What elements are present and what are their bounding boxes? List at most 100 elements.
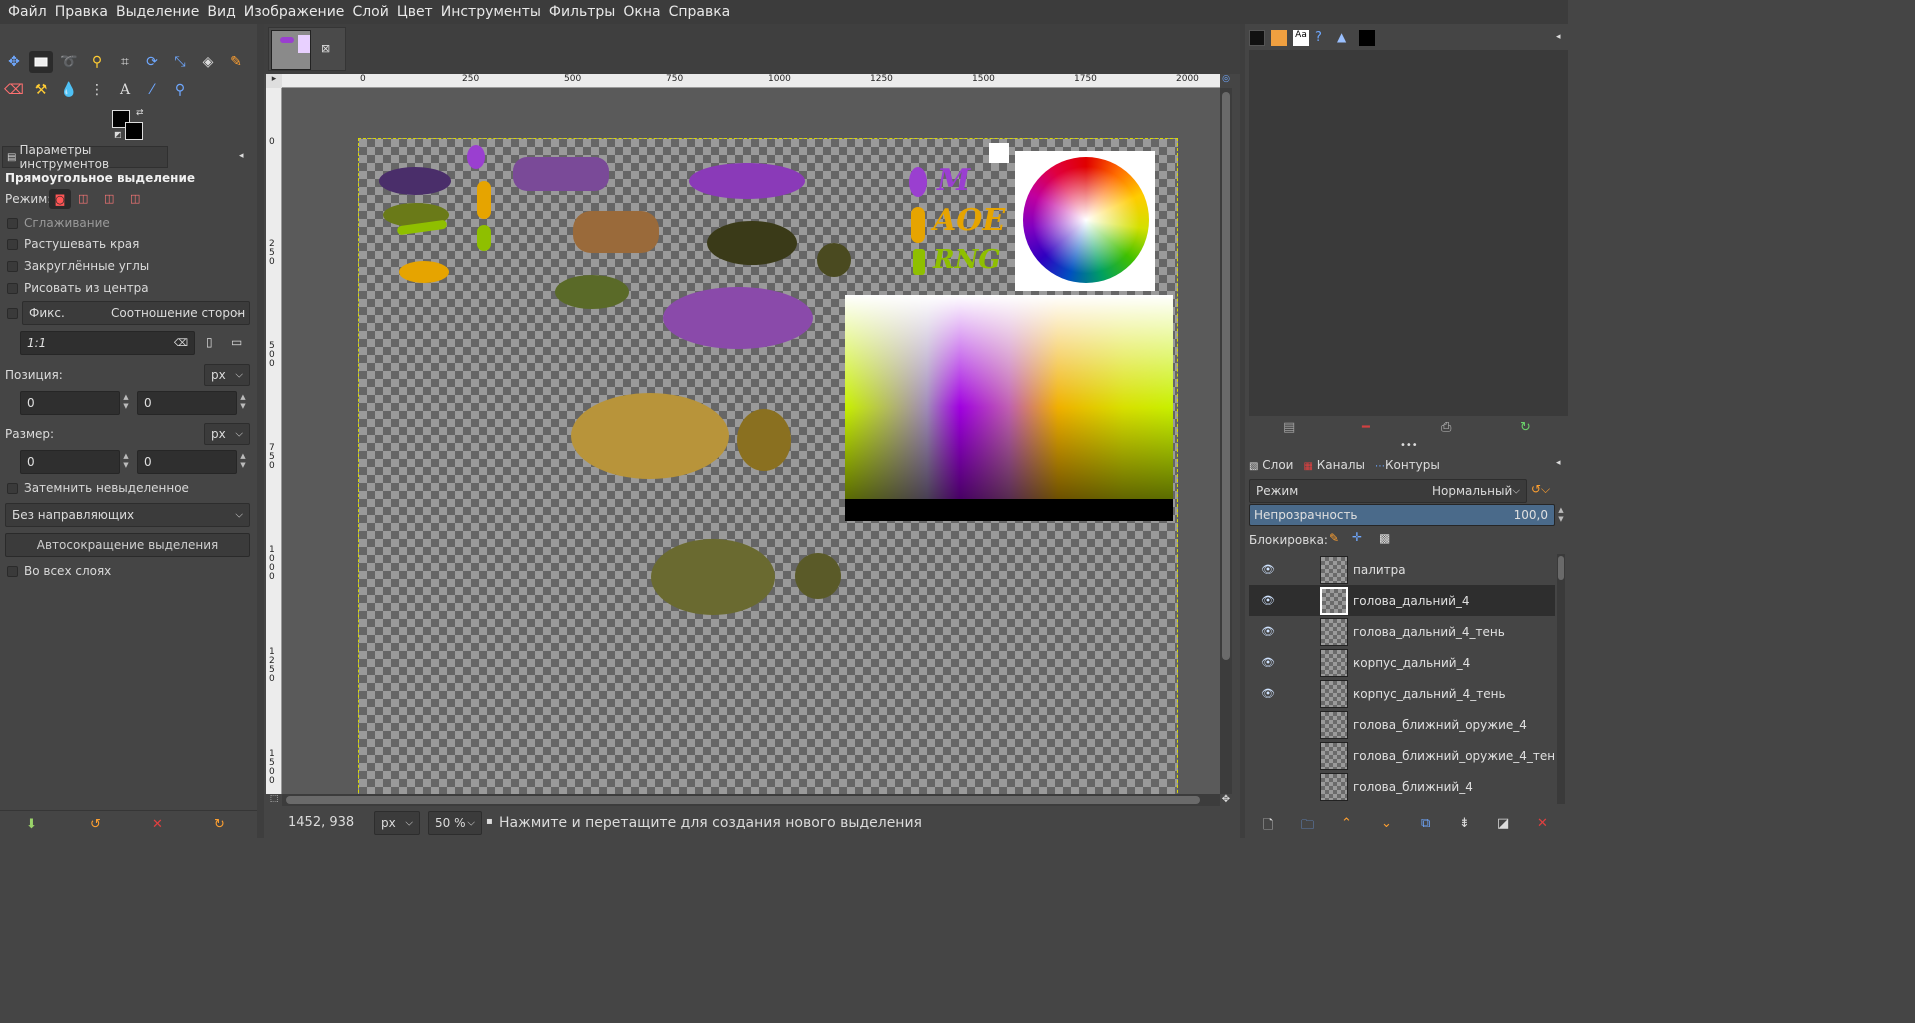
portrait-icon[interactable]: ▯	[206, 335, 213, 349]
menu-image[interactable]: Изображение	[240, 0, 349, 24]
lock-position-icon[interactable]: ✛	[1352, 530, 1362, 544]
size-height-input[interactable]: 0	[137, 450, 237, 474]
reset-colors-icon[interactable]: ◩	[114, 130, 122, 139]
tab-channels[interactable]: ▦ Каналы	[1303, 458, 1365, 472]
spin-arrows-icon[interactable]: ▲ ▼	[1555, 506, 1567, 524]
expand-from-center-checkbox[interactable]	[7, 283, 18, 294]
spin-arrows-icon[interactable]: ▲ ▼	[120, 452, 132, 470]
help-tab-icon[interactable]: ?	[1315, 30, 1331, 46]
mode-replace-icon[interactable]: ◙	[49, 189, 71, 209]
bucket-fill-tool-icon[interactable]: ◈	[196, 51, 220, 73]
horizontal-scrollbar[interactable]	[282, 794, 1220, 806]
dock-separator[interactable]	[257, 24, 264, 838]
horizontal-scroll-thumb[interactable]	[286, 796, 1200, 804]
menu-tools[interactable]: Инструменты	[437, 0, 545, 24]
restore-preset-icon[interactable]: ↺	[90, 817, 101, 832]
delete-layer-icon[interactable]: ✕	[1537, 816, 1548, 831]
tab-tool-options[interactable]: ▤ Параметры инструментов	[2, 143, 168, 171]
navigate-image-icon[interactable]: ✥	[1220, 794, 1232, 806]
crop-tool-icon[interactable]: ⌗	[113, 51, 137, 73]
zoom-fit-icon[interactable]: ◎	[1220, 74, 1232, 88]
layer-row[interactable]: голова_ближний_оружие_4	[1249, 709, 1555, 740]
canvas-viewport[interactable]: M AOE RNG	[282, 88, 1220, 794]
eye-icon[interactable]: 👁	[1261, 656, 1275, 669]
layer-mask-icon[interactable]: ◪	[1497, 816, 1509, 831]
layers-scrollbar[interactable]	[1557, 554, 1565, 804]
close-icon[interactable]: ⊠	[321, 42, 330, 55]
navigate-icon[interactable]: ⬚	[266, 794, 282, 806]
layer-mode-dropdown[interactable]: Режим Нормальный ⌵	[1249, 479, 1527, 503]
smudge-tool-icon[interactable]: 💧	[57, 79, 81, 101]
layer-row[interactable]: 👁 корпус_дальний_4	[1249, 647, 1555, 678]
vertical-scrollbar[interactable]	[1220, 88, 1232, 794]
move-tool-icon[interactable]: ✥	[2, 51, 26, 73]
lock-alpha-icon[interactable]: ▩	[1379, 531, 1390, 545]
fuzzy-select-tool-icon[interactable]: ⚲	[85, 51, 109, 73]
zoom-tool-icon[interactable]: ⚲	[168, 79, 192, 101]
menu-colors[interactable]: Цвет	[393, 0, 437, 24]
eye-icon[interactable]: 👁	[1261, 625, 1275, 638]
transform-tool-icon[interactable]: ⟳	[140, 51, 164, 73]
unit-dropdown[interactable]: px ⌵	[374, 811, 420, 835]
menu-select[interactable]: Выделение	[112, 0, 203, 24]
vertical-scroll-thumb[interactable]	[1222, 92, 1230, 660]
mode-add-icon[interactable]: ◫	[78, 192, 88, 205]
eraser-tool-icon[interactable]: ⌫	[2, 79, 26, 101]
menu-view[interactable]: Вид	[203, 0, 239, 24]
layer-row[interactable]: голова_ближний_оружие_4_тень	[1249, 740, 1555, 771]
fixed-checkbox[interactable]	[7, 308, 18, 319]
lasso-tool-icon[interactable]: ➰	[57, 51, 81, 73]
landscape-icon[interactable]: ▭	[231, 335, 242, 349]
new-layer-icon[interactable]: 🗋	[1263, 816, 1273, 838]
highlight-checkbox[interactable]	[7, 483, 18, 494]
panel-menu-icon[interactable]: ◂	[239, 151, 244, 161]
rounded-corners-checkbox[interactable]	[7, 261, 18, 272]
histogram-tab-icon[interactable]: ▲	[1337, 30, 1353, 46]
layer-row[interactable]: 👁 голова_дальний_4_тень	[1249, 616, 1555, 647]
brushes-tab-icon[interactable]	[1249, 30, 1265, 46]
ratio-input[interactable]: 1:1 ⌫	[20, 331, 195, 355]
tab-layers[interactable]: ▧ Слои	[1249, 458, 1293, 472]
clone-tool-icon[interactable]: ⚒	[29, 79, 53, 101]
tab-paths[interactable]: ⋯Контуры	[1375, 458, 1440, 472]
panel-menu-icon[interactable]: ◂	[1556, 32, 1561, 42]
dynamics-tab-icon[interactable]	[1359, 30, 1375, 46]
spin-arrows-icon[interactable]: ▲ ▼	[237, 393, 249, 411]
layer-row[interactable]: голова_ближний_4	[1249, 771, 1555, 802]
delete-brush-icon[interactable]: ━	[1362, 420, 1370, 435]
image-canvas[interactable]: M AOE RNG	[358, 138, 1178, 794]
layer-row-selected[interactable]: 👁 голова_дальний_4	[1249, 585, 1555, 616]
edit-brush-icon[interactable]: ▤	[1283, 420, 1295, 435]
eye-icon[interactable]: 👁	[1261, 594, 1275, 607]
all-layers-checkbox[interactable]	[7, 566, 18, 577]
eye-icon[interactable]: 👁	[1261, 687, 1275, 700]
opacity-slider[interactable]: Непрозрачность 100,0	[1249, 504, 1555, 526]
save-preset-icon[interactable]: ⬇	[26, 817, 37, 832]
menu-file[interactable]: Файл	[4, 0, 51, 24]
paintbrush-tool-icon[interactable]: ✎	[224, 51, 248, 73]
spin-arrows-icon[interactable]: ▲ ▼	[237, 452, 249, 470]
warp-tool-icon[interactable]: ⤡	[168, 51, 192, 73]
fixed-dropdown[interactable]: Фикс. Соотношение сторон ⌵	[22, 301, 250, 325]
eye-icon[interactable]: 👁	[1261, 563, 1275, 576]
mode-intersect-icon[interactable]: ◫	[130, 192, 140, 205]
paths-tool-icon[interactable]: ⋮	[85, 79, 109, 101]
feather-checkbox[interactable]	[7, 239, 18, 250]
guides-dropdown[interactable]: Без направляющих ⌵	[5, 503, 250, 527]
menu-help[interactable]: Справка	[665, 0, 735, 24]
background-color-swatch[interactable]	[125, 122, 143, 140]
layer-row[interactable]: 👁 корпус_дальний_4_тень	[1249, 678, 1555, 709]
image-tab[interactable]: ⊠	[268, 27, 346, 71]
mode-reset-icon[interactable]: ↺⌵	[1531, 482, 1550, 497]
text-tool-icon[interactable]: A	[113, 79, 137, 101]
menu-layer[interactable]: Слой	[348, 0, 392, 24]
menu-windows[interactable]: Окна	[619, 0, 664, 24]
antialias-checkbox[interactable]	[7, 218, 18, 229]
panel-menu-icon[interactable]: ◂	[1556, 458, 1561, 468]
menu-edit[interactable]: Правка	[51, 0, 112, 24]
position-y-input[interactable]: 0	[137, 391, 237, 415]
lock-pixels-icon[interactable]: ✎	[1329, 531, 1339, 545]
lower-layer-icon[interactable]: ⌄	[1381, 816, 1392, 831]
position-x-input[interactable]: 0	[20, 391, 120, 415]
menu-filters[interactable]: Фильтры	[545, 0, 619, 24]
